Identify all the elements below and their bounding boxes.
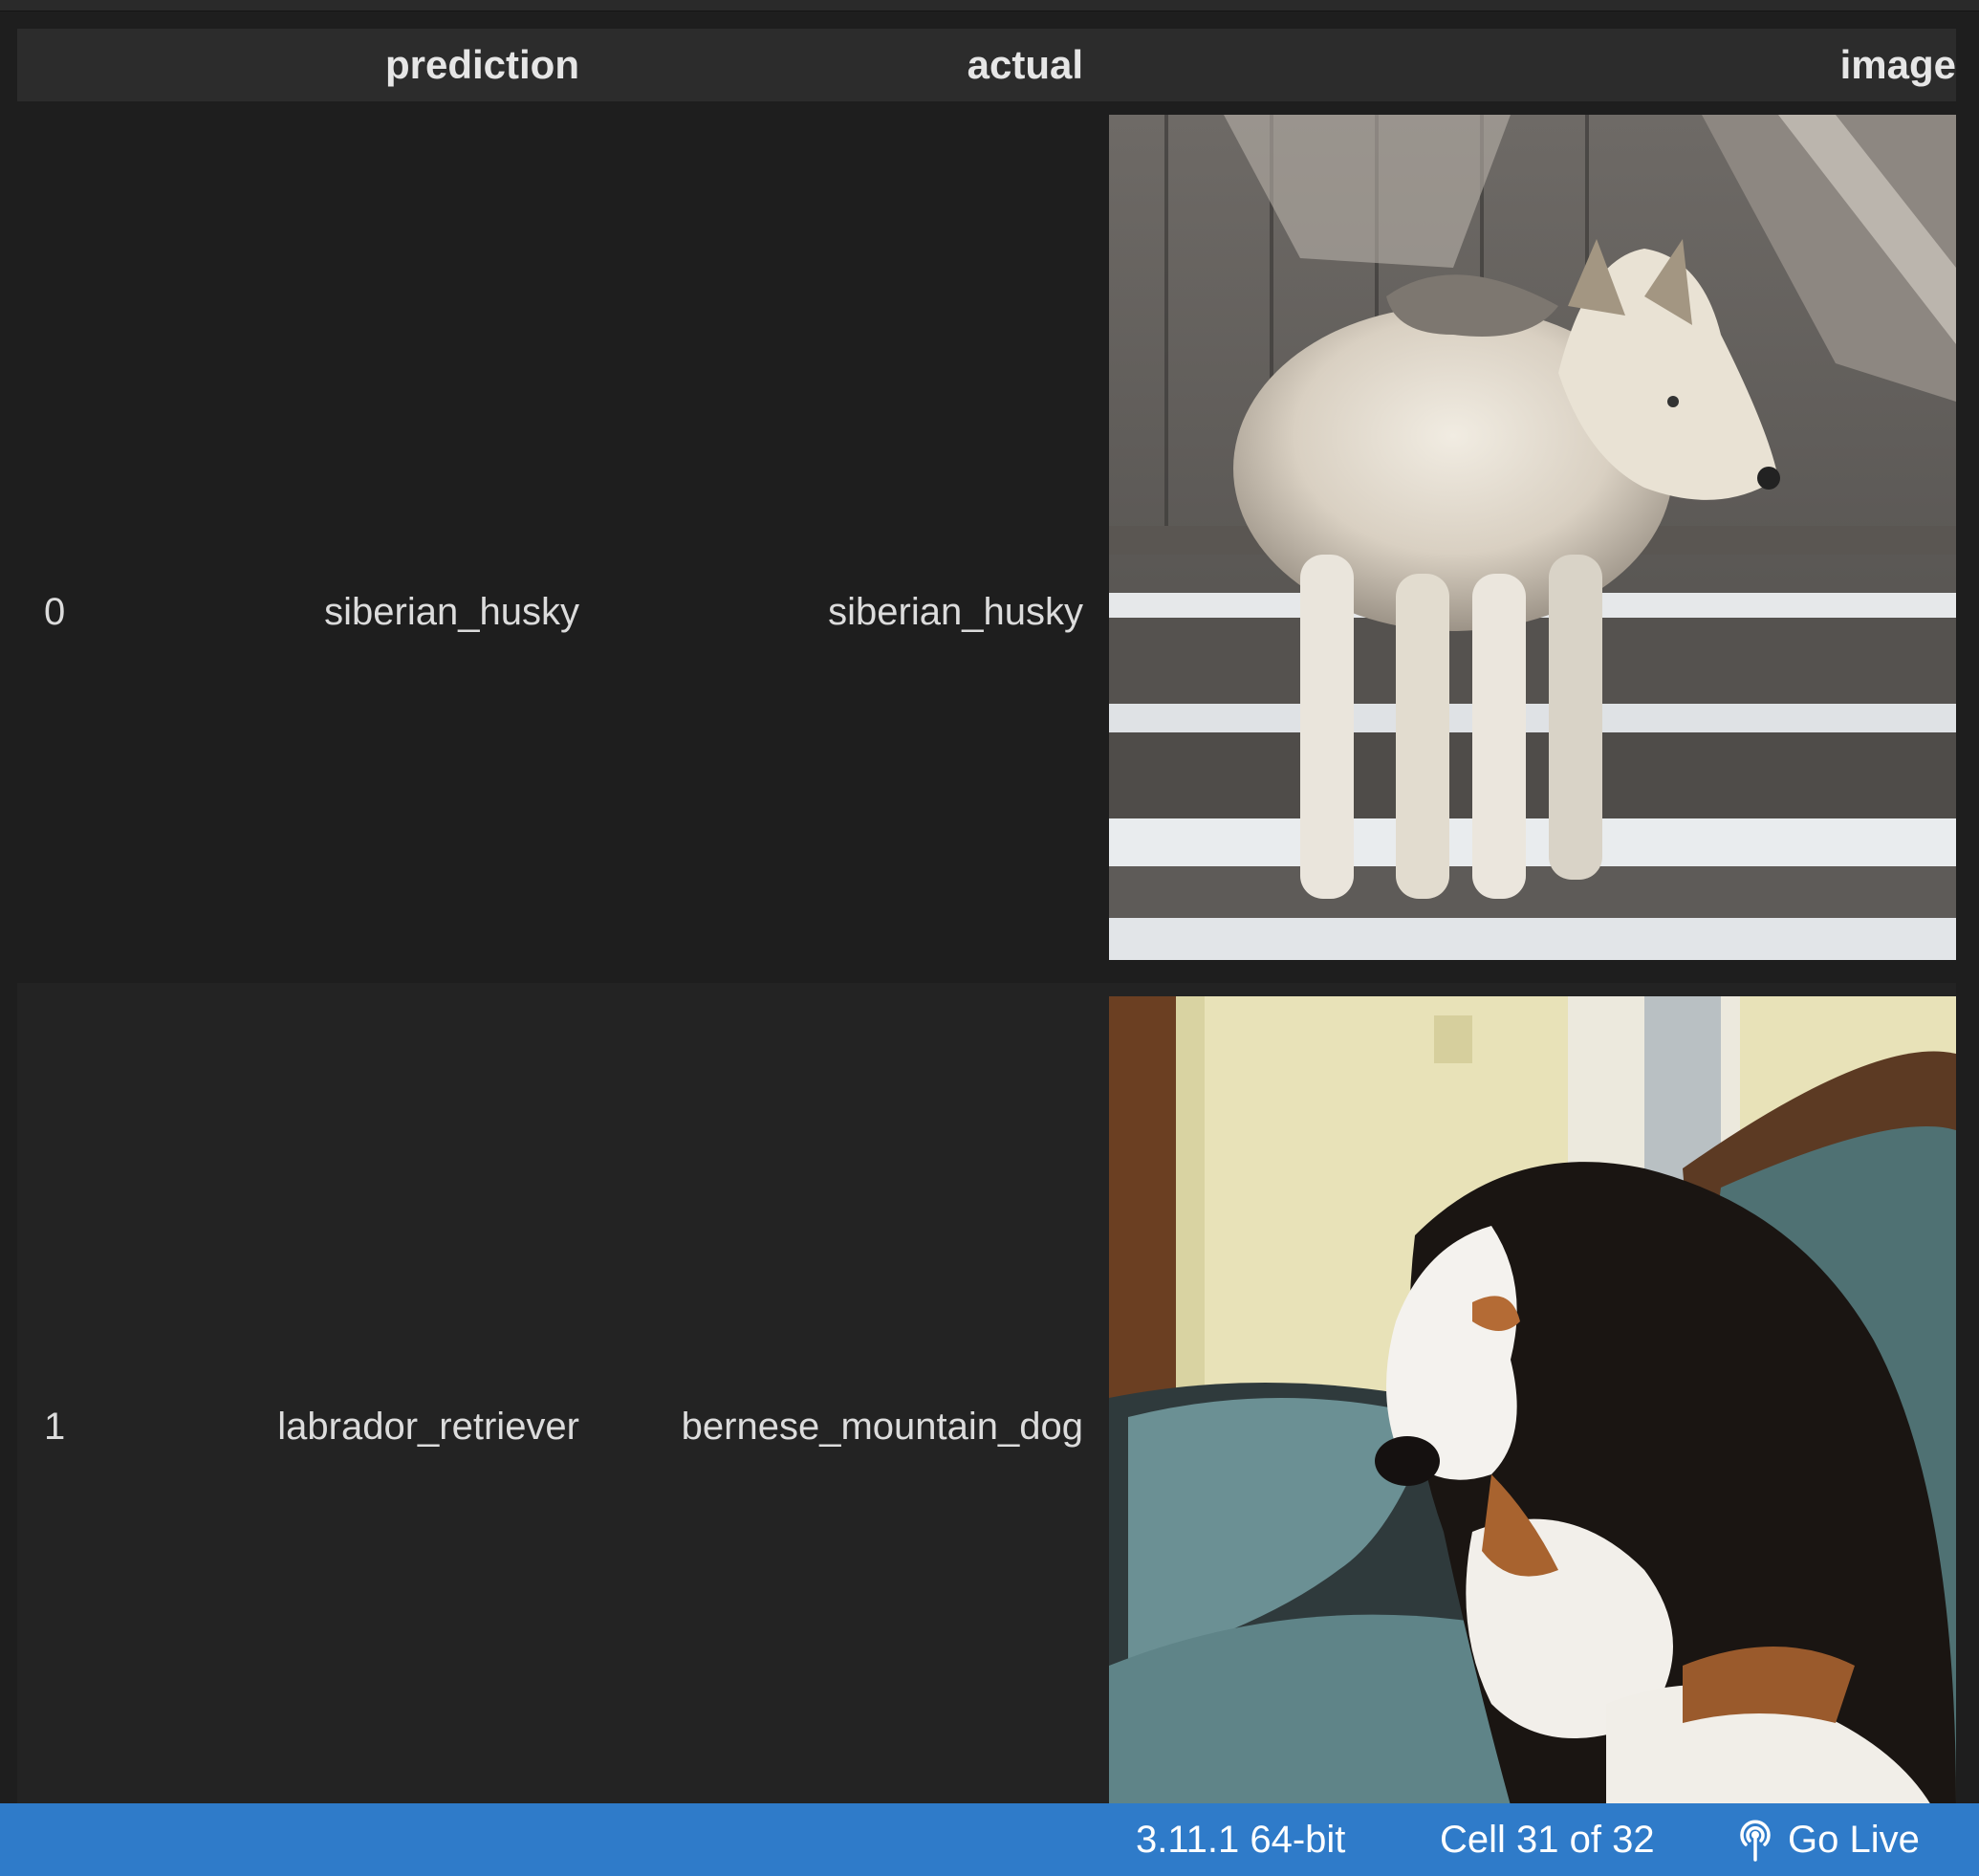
bernese-image — [1109, 996, 1956, 1805]
husky-image — [1109, 115, 1956, 960]
column-header-image: image — [1839, 42, 1956, 87]
table-row: 0 siberian_husky siberian_husky — [17, 101, 1956, 983]
table-header: prediction actual image — [17, 29, 1956, 101]
row-index: 0 — [44, 591, 66, 633]
dataframe-table: prediction actual image 0 siberian_husky… — [17, 29, 1956, 1805]
column-header-prediction: prediction — [384, 42, 579, 87]
panel-top-border — [0, 0, 1979, 11]
table-row: 1 labrador_retriever bernese_mountain_do… — [17, 983, 1956, 1805]
status-bar: 3.11.1 64-bit Cell 31 of 32 Go Live — [0, 1803, 1979, 1876]
prediction-cell: siberian_husky — [324, 591, 579, 633]
actual-cell: bernese_mountain_dog — [681, 1406, 1083, 1448]
actual-cell: siberian_husky — [828, 591, 1083, 633]
python-interpreter-status[interactable]: 3.11.1 64-bit — [1136, 1819, 1345, 1862]
go-live-button[interactable]: Go Live — [1736, 1819, 1920, 1862]
go-live-label: Go Live — [1788, 1819, 1920, 1861]
prediction-cell: labrador_retriever — [277, 1406, 579, 1448]
broadcast-icon — [1740, 1819, 1771, 1862]
row-index: 1 — [44, 1406, 66, 1448]
cell-position-status[interactable]: Cell 31 of 32 — [1440, 1819, 1655, 1862]
column-header-actual: actual — [967, 42, 1083, 87]
